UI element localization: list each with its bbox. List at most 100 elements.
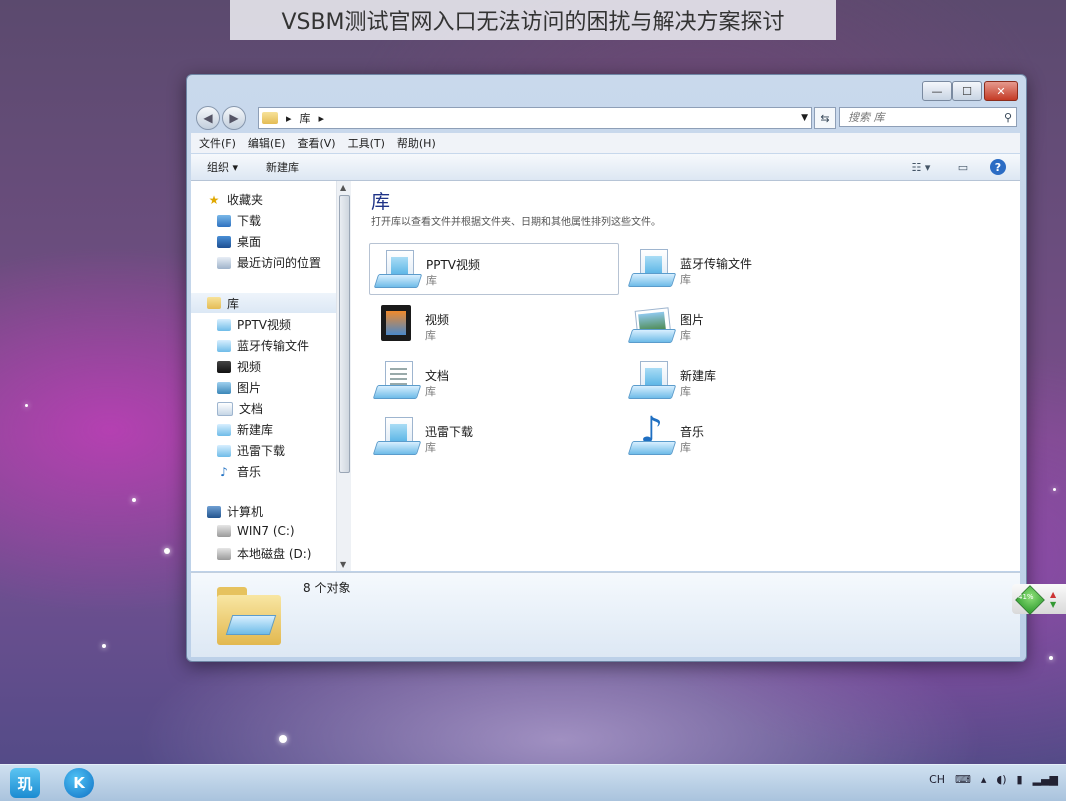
page-caption: VSBM测试官网入口无法访问的困扰与解决方案探讨 [230,0,836,40]
nav-item-desktop[interactable]: 桌面 [217,233,261,250]
item-count: 8 个对象 [303,581,351,595]
address-bar[interactable]: ▸ 库 ▸ ▼ [258,107,812,129]
address-separator: ▸ [318,111,325,125]
forward-button[interactable]: ▶ [222,106,246,130]
computer-icon [207,505,221,518]
power-icon[interactable]: ▮ [1017,773,1023,786]
network-icon[interactable]: ▂▄▆ [1033,773,1058,786]
library-pictures[interactable]: 图片 库 [624,299,874,351]
minimize-button[interactable]: — [922,81,952,101]
nav-item-pictures[interactable]: 图片 [217,379,261,396]
menu-edit[interactable]: 编辑(E) [248,135,286,151]
keyboard-icon[interactable]: ⌨ [955,773,971,786]
address-segment-library[interactable]: 库 [300,110,311,126]
back-button[interactable]: ◀ [196,106,220,130]
maximize-button[interactable]: ☐ [952,81,982,101]
refresh-icon: ⇆ [820,111,830,125]
nav-scrollbar[interactable]: ▲ ▼ [336,181,351,571]
nav-item-drive-c[interactable]: WIN7 (C:) [217,524,295,538]
library-kind: 库 [425,385,436,398]
library-icon [217,423,231,436]
document-library-icon [372,359,422,403]
nav-item-label: WIN7 (C:) [237,524,295,538]
video-icon [217,360,231,373]
refresh-button[interactable]: ⇆ [814,107,836,129]
nav-item-downloads[interactable]: 下载 [217,212,261,229]
details-pane: 8 个对象 [191,572,1020,657]
star [102,644,106,648]
search-icon[interactable]: ⚲ [1004,111,1012,124]
gadget-percent: 41% [1018,593,1034,601]
new-library-button[interactable]: 新建库 [266,159,299,175]
nav-item-label: 文档 [239,402,264,416]
nav-item-label: 新建库 [237,423,274,437]
nav-libraries-label: 库 [227,296,240,311]
menu-file[interactable]: 文件(F) [199,135,236,151]
menu-help[interactable]: 帮助(H) [397,135,436,151]
organize-button[interactable]: 组织 ▾ [207,159,238,175]
nav-item-label: 本地磁盘 (D:) [237,547,312,561]
volume-icon[interactable]: ◖) [996,773,1006,786]
nav-item-label: 视频 [237,360,262,374]
library-xunlei[interactable]: 迅雷下载 库 [369,411,619,463]
nav-item-videos[interactable]: 视频 [217,358,261,375]
network-meter-gadget[interactable]: 41% ▲ ▼ [1012,584,1066,615]
music-icon: ♪ [220,464,228,479]
library-new[interactable]: 新建库 库 [624,355,874,407]
page-description: 打开库以查看文件并根据文件夹、日期和其他属性排列这些文件。 [371,217,661,228]
address-separator: ▸ [286,111,292,125]
library-pptv[interactable]: PPTV视频 库 [369,243,619,295]
close-button[interactable]: ✕ [984,81,1018,101]
search-input[interactable] [846,109,1000,125]
library-music[interactable]: ♪ 音乐 库 [624,411,874,463]
library-name: 迅雷下载 [425,425,474,439]
menu-tools[interactable]: 工具(T) [348,135,385,151]
library-kind: 库 [680,441,691,454]
search-box[interactable]: ⚲ [839,107,1017,127]
nav-item-new-library[interactable]: 新建库 [217,421,273,438]
nav-item-bluetooth[interactable]: 蓝牙传输文件 [217,337,309,354]
navigation-bar: ◀ ▶ ▸ 库 ▸ ▼ ⇆ ⚲ [194,105,1019,131]
system-tray: CH ⌨ ▴ ◖) ▮ ▂▄▆ [929,773,1058,786]
nav-item-documents[interactable]: 文档 [217,400,263,417]
nav-computer-label: 计算机 [227,505,264,519]
library-documents[interactable]: 文档 库 [369,355,619,407]
scroll-thumb[interactable] [339,195,350,473]
nav-item-xunlei[interactable]: 迅雷下载 [217,442,285,459]
show-hidden-icon[interactable]: ▴ [981,773,987,786]
video-library-icon [373,303,417,347]
nav-computer[interactable]: 计算机 [207,503,263,520]
star [25,404,28,407]
nav-item-label: 图片 [237,381,262,395]
menu-view[interactable]: 查看(V) [297,135,335,151]
chevron-down-icon[interactable]: ▼ [801,113,808,123]
picture-icon [217,381,231,394]
nav-item-label: 迅雷下载 [237,444,286,458]
library-bluetooth[interactable]: 蓝牙传输文件 库 [624,243,874,295]
taskbar-k-icon[interactable]: K [64,768,94,798]
nav-item-drive-d[interactable]: 本地磁盘 (D:) [217,545,311,562]
page-title: 库 [371,191,391,213]
library-kind: 库 [680,329,691,342]
language-indicator[interactable]: CH [929,773,945,786]
help-icon[interactable]: ? [990,159,1006,175]
nav-item-music[interactable]: ♪ 音乐 [217,463,261,480]
nav-item-label: 桌面 [237,235,262,249]
nav-favorites[interactable]: ★ 收藏夹 [207,191,263,208]
star [132,498,136,502]
folder-icon [262,112,278,124]
taskbar: 玑 K CH ⌨ ▴ ◖) ▮ ▂▄▆ [0,764,1066,801]
library-kind: 库 [680,273,691,286]
scroll-up-icon[interactable]: ▲ [340,183,346,192]
nav-libraries[interactable]: 库 [191,293,336,313]
view-options-icon[interactable]: ☷ ▾ [906,159,936,175]
library-videos[interactable]: 视频 库 [369,299,619,351]
preview-pane-icon[interactable]: ▭ [954,159,972,175]
star-icon: ★ [208,192,220,207]
taskbar-app-icon[interactable]: 玑 [10,768,40,798]
scroll-down-icon[interactable]: ▼ [340,560,346,569]
nav-item-pptv[interactable]: PPTV视频 [217,316,291,333]
library-kind: 库 [425,329,436,342]
nav-item-recent[interactable]: 最近访问的位置 [217,254,321,271]
desktop-icon [217,235,231,248]
